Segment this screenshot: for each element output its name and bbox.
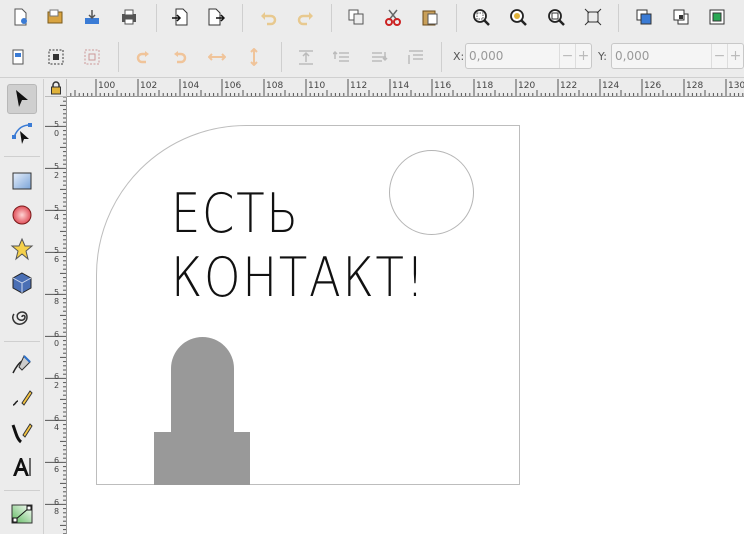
- ruler-label: 8: [54, 297, 59, 306]
- flip-vertical-icon[interactable]: [241, 44, 267, 70]
- artwork-text-line-1[interactable]: ЕСТЬ: [171, 187, 300, 241]
- ruler-label: 2: [54, 381, 59, 390]
- gradient-tool-icon[interactable]: [7, 499, 37, 529]
- toolbox: [0, 79, 44, 534]
- ruler-label: 120: [518, 81, 535, 91]
- print-icon[interactable]: [116, 4, 142, 30]
- redo-icon[interactable]: [293, 4, 319, 30]
- rectangle-tool-icon[interactable]: [7, 166, 37, 196]
- raise-icon[interactable]: [631, 4, 657, 30]
- ruler-label: 4: [54, 423, 59, 432]
- rotate-cw-icon[interactable]: [167, 44, 193, 70]
- rotate-ccw-icon[interactable]: [130, 44, 156, 70]
- ruler-label: 110: [308, 81, 325, 91]
- ruler-label: 5: [54, 204, 59, 213]
- zoom-page-icon[interactable]: [543, 4, 569, 30]
- ruler-label: 5: [54, 246, 59, 255]
- x-increment-button[interactable]: +: [575, 44, 591, 68]
- zoom-selection-icon[interactable]: [468, 4, 494, 30]
- lower-to-bottom-icon[interactable]: [403, 44, 429, 70]
- artwork-text-line-2[interactable]: КОНТАКТ!: [171, 251, 426, 305]
- lower-object-icon[interactable]: [366, 44, 392, 70]
- commands-toolbar: [0, 0, 744, 36]
- ruler-label: 128: [686, 81, 703, 91]
- ruler-label: 6: [54, 414, 59, 423]
- raise-to-top-icon[interactable]: [293, 44, 319, 70]
- tool-controls-bar: X: 0,000 − + Y: 0,000 − +: [0, 36, 744, 78]
- star-tool-icon[interactable]: [7, 234, 37, 264]
- ruler-label: 5: [54, 162, 59, 171]
- new-document-icon[interactable]: [7, 4, 33, 30]
- paste-icon[interactable]: [417, 4, 443, 30]
- ruler-label: 104: [182, 81, 199, 91]
- text-tool-icon[interactable]: [7, 452, 37, 482]
- ruler-label: 4: [54, 213, 59, 222]
- select-all-layers-icon[interactable]: [79, 44, 105, 70]
- open-document-icon[interactable]: [42, 4, 68, 30]
- ruler-label: 106: [224, 81, 241, 91]
- import-icon[interactable]: [79, 4, 105, 30]
- select-all-icon[interactable]: [43, 44, 69, 70]
- undo-icon[interactable]: [255, 4, 281, 30]
- ruler-label: 126: [644, 81, 661, 91]
- lower-icon[interactable]: [668, 4, 694, 30]
- ruler-label: 0: [54, 339, 59, 348]
- ruler-label: 2: [54, 171, 59, 180]
- zoom-fit-width-icon[interactable]: [580, 4, 606, 30]
- ruler-label: 112: [350, 81, 367, 91]
- y-increment-button[interactable]: +: [727, 44, 743, 68]
- pen-tool-icon[interactable]: [7, 384, 37, 414]
- ruler-label: 6: [54, 330, 59, 339]
- x-decrement-button[interactable]: −: [559, 44, 575, 68]
- ruler-label: 6: [54, 465, 59, 474]
- y-field[interactable]: 0,000 − +: [611, 43, 744, 69]
- spiral-tool-icon[interactable]: [7, 302, 37, 332]
- duplicate-icon[interactable]: [343, 4, 369, 30]
- ruler-label: 0: [54, 129, 59, 138]
- cut-icon[interactable]: [380, 4, 406, 30]
- ruler-label: 8: [54, 507, 59, 516]
- circle-shape[interactable]: [389, 150, 474, 235]
- horizontal-ruler[interactable]: 100 102 104 106 108 110 112 114 116 118 120 122 124 1…: [67, 79, 744, 97]
- ruler-label: 116: [434, 81, 451, 91]
- flip-horizontal-icon[interactable]: [204, 44, 230, 70]
- ruler-label: 102: [140, 81, 157, 91]
- ruler-label: 6: [54, 498, 59, 507]
- ruler-label: 114: [392, 81, 409, 91]
- x-label: X:: [453, 50, 465, 63]
- ruler-label: 118: [476, 81, 493, 91]
- group-icon[interactable]: [704, 4, 730, 30]
- x-value[interactable]: 0,000: [466, 49, 559, 63]
- y-decrement-button[interactable]: −: [711, 44, 727, 68]
- import-file-icon[interactable]: [167, 4, 193, 30]
- ruler-label: 5: [54, 120, 59, 129]
- tombstone-shape-base[interactable]: [154, 432, 250, 485]
- x-field[interactable]: 0,000 − +: [465, 43, 592, 69]
- ruler-label: 5: [54, 288, 59, 297]
- y-value[interactable]: 0,000: [612, 49, 711, 63]
- calligraphy-tool-icon[interactable]: [7, 418, 37, 448]
- raise-object-icon[interactable]: [329, 44, 355, 70]
- ellipse-tool-icon[interactable]: [7, 200, 37, 230]
- ruler-label: 122: [560, 81, 577, 91]
- ruler-label: 6: [54, 255, 59, 264]
- ruler-label: 130: [728, 81, 744, 91]
- export-icon[interactable]: [203, 4, 229, 30]
- ruler-label: 124: [602, 81, 619, 91]
- ruler-label: 108: [266, 81, 283, 91]
- pencil-tool-icon[interactable]: [7, 350, 37, 380]
- zoom-drawing-icon[interactable]: [505, 4, 531, 30]
- 3d-box-tool-icon[interactable]: [7, 268, 37, 298]
- ruler-label: 100: [98, 81, 115, 91]
- ruler-label: 6: [54, 372, 59, 381]
- node-tool-icon[interactable]: [7, 118, 37, 148]
- document-properties-icon[interactable]: [5, 44, 31, 70]
- ruler-label: 6: [54, 456, 59, 465]
- drawing-canvas[interactable]: ЕСТЬ КОНТАКТ!: [67, 97, 744, 534]
- ruler-corner-lock-icon[interactable]: [45, 79, 67, 97]
- y-label: Y:: [598, 50, 607, 63]
- selector-tool-icon[interactable]: [7, 84, 37, 114]
- vertical-ruler[interactable]: 50525456586062646668: [45, 97, 67, 534]
